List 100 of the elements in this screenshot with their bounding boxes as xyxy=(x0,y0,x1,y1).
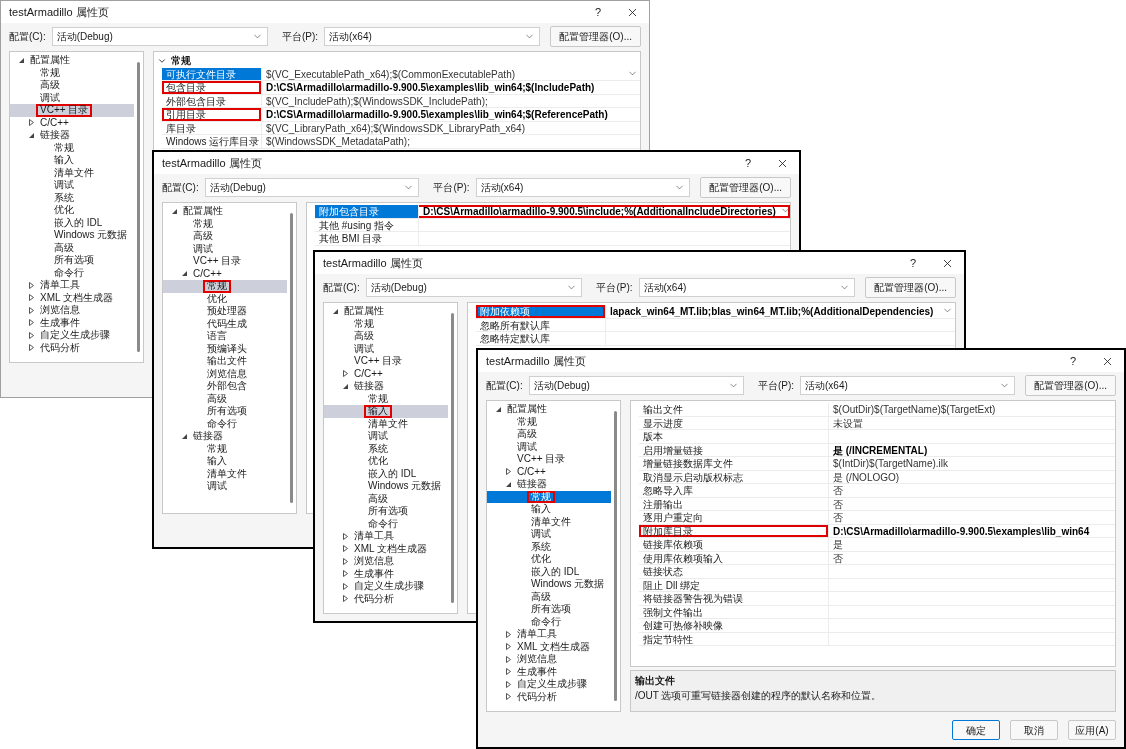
property-name[interactable]: 链接状态 xyxy=(639,565,829,578)
property-name[interactable]: 忽略特定默认库 xyxy=(476,332,606,345)
expanded-triangle-icon[interactable] xyxy=(180,432,188,440)
scrollbar[interactable] xyxy=(614,411,617,701)
scrollbar[interactable] xyxy=(451,313,454,603)
collapsed-triangle-icon[interactable] xyxy=(504,630,512,638)
tree-item[interactable]: 嵌入的 IDL xyxy=(10,216,134,229)
collapsed-triangle-icon[interactable] xyxy=(341,532,349,540)
dialog-button[interactable]: 应用(A) xyxy=(1068,720,1116,740)
platform-dropdown[interactable]: 活动(x64) xyxy=(800,375,1016,395)
property-name[interactable]: 外部包含目录 xyxy=(162,94,262,107)
scrollbar[interactable] xyxy=(290,213,293,503)
tree-item[interactable]: 高级 xyxy=(10,79,134,92)
expanded-triangle-icon[interactable] xyxy=(331,307,339,315)
tree-item[interactable]: 常规 xyxy=(163,442,287,455)
property-name[interactable]: 创建可热修补映像 xyxy=(639,619,829,632)
collapsed-triangle-icon[interactable] xyxy=(27,294,35,302)
config-dropdown[interactable]: 活动(Debug) xyxy=(365,277,583,297)
tree-item[interactable]: 链接器 xyxy=(487,478,611,491)
tree-item[interactable]: 调试 xyxy=(324,342,448,355)
tree-item[interactable]: 调试 xyxy=(10,91,134,104)
property-name[interactable]: 其他 BMI 目录 xyxy=(315,232,419,245)
tree-item[interactable]: XML 文档生成器 xyxy=(487,640,611,653)
tree-item[interactable]: 代码生成 xyxy=(163,317,287,330)
platform-dropdown[interactable]: 活动(x64) xyxy=(324,26,541,46)
property-name[interactable]: 附加库目录 xyxy=(639,524,829,537)
tree-item[interactable]: XML 文档生成器 xyxy=(10,291,134,304)
tree-item[interactable]: 所有选项 xyxy=(163,405,287,418)
expanded-triangle-icon[interactable] xyxy=(27,131,35,139)
tree-item[interactable]: 常规 xyxy=(163,280,287,293)
tree-item[interactable]: 输入 xyxy=(163,455,287,468)
tree-item[interactable]: 自定义生成步骤 xyxy=(487,678,611,691)
tree-item[interactable]: 常规 xyxy=(10,141,134,154)
tree-item[interactable]: 清单文件 xyxy=(10,166,134,179)
tree-item[interactable]: 预编译头 xyxy=(163,342,287,355)
tree-item[interactable]: Windows 元数据 xyxy=(487,578,611,591)
config-manager-button[interactable]: 配置管理器(O)... xyxy=(865,276,956,298)
tree-item[interactable]: 浏览信息 xyxy=(163,367,287,380)
collapsed-triangle-icon[interactable] xyxy=(504,468,512,476)
tree-item[interactable]: 链接器 xyxy=(10,129,134,142)
property-name[interactable]: 附加依赖项 xyxy=(476,305,606,318)
tree-item[interactable]: 命令行 xyxy=(324,517,448,530)
tree-item[interactable]: 调试 xyxy=(163,242,287,255)
tree-item[interactable]: 嵌入的 IDL xyxy=(487,565,611,578)
tree-item[interactable]: 常规 xyxy=(487,490,611,503)
tree-item[interactable]: 所有选项 xyxy=(487,603,611,616)
property-name[interactable]: 指定节特性 xyxy=(639,632,829,645)
tree-item[interactable]: VC++ 目录 xyxy=(324,355,448,368)
tree-item[interactable]: 代码分析 xyxy=(10,341,134,354)
platform-dropdown[interactable]: 活动(x64) xyxy=(638,277,856,297)
collapsed-triangle-icon[interactable] xyxy=(341,582,349,590)
property-name[interactable]: 版本 xyxy=(639,430,829,443)
tree-item[interactable]: 浏览信息 xyxy=(487,653,611,666)
tree-item[interactable]: 配置属性 xyxy=(487,403,611,416)
config-manager-button[interactable]: 配置管理器(O)... xyxy=(700,176,791,198)
property-name[interactable]: 阻止 Dll 绑定 xyxy=(639,578,829,591)
property-name[interactable]: 使用库依赖项输入 xyxy=(639,551,829,564)
tree-item[interactable]: VC++ 目录 xyxy=(487,453,611,466)
property-name[interactable]: 忽略导入库 xyxy=(639,484,829,497)
tree-item[interactable]: 输入 xyxy=(10,154,134,167)
tree-item[interactable]: 调试 xyxy=(324,430,448,443)
tree-item[interactable]: 配置属性 xyxy=(10,54,134,67)
tree-item[interactable]: 系统 xyxy=(324,442,448,455)
tree-item[interactable]: 高级 xyxy=(10,241,134,254)
tree-item[interactable]: C/C++ xyxy=(487,465,611,478)
property-name[interactable]: 强制文件输出 xyxy=(639,605,829,618)
property-name[interactable]: 将链接器警告视为错误 xyxy=(639,592,829,605)
tree-item[interactable]: 调试 xyxy=(163,480,287,493)
expanded-triangle-icon[interactable] xyxy=(341,382,349,390)
tree-item[interactable]: 命令行 xyxy=(163,417,287,430)
tree-item[interactable]: 嵌入的 IDL xyxy=(324,467,448,480)
property-name[interactable]: 链接库依赖项 xyxy=(639,538,829,551)
tree-item[interactable]: 调试 xyxy=(487,528,611,541)
collapsed-triangle-icon[interactable] xyxy=(27,331,35,339)
tree-item[interactable]: VC++ 目录 xyxy=(163,255,287,268)
expanded-triangle-icon[interactable] xyxy=(494,405,502,413)
config-manager-button[interactable]: 配置管理器(O)... xyxy=(1025,374,1116,396)
tree-item[interactable]: 清单文件 xyxy=(487,515,611,528)
tree-item[interactable]: 浏览信息 xyxy=(324,555,448,568)
property-name[interactable]: 包含目录 xyxy=(162,81,262,94)
tree-item[interactable]: 系统 xyxy=(487,540,611,553)
tree-item[interactable]: 链接器 xyxy=(163,430,287,443)
dialog-button[interactable]: 取消 xyxy=(1010,720,1058,740)
tree-item[interactable]: 优化 xyxy=(10,204,134,217)
collapsed-triangle-icon[interactable] xyxy=(27,319,35,327)
tree-item[interactable]: 清单文件 xyxy=(324,417,448,430)
tree-item[interactable]: 代码分析 xyxy=(487,690,611,703)
tree-item[interactable]: 输入 xyxy=(324,405,448,418)
collapsed-triangle-icon[interactable] xyxy=(27,119,35,127)
tree-item[interactable]: 所有选项 xyxy=(10,254,134,267)
config-dropdown[interactable]: 活动(Debug) xyxy=(204,177,420,197)
expanded-triangle-icon[interactable] xyxy=(17,56,25,64)
tree-item[interactable]: Windows 元数据 xyxy=(10,229,134,242)
property-name[interactable]: 输出文件 xyxy=(639,403,829,416)
tree-item[interactable]: 高级 xyxy=(487,590,611,603)
collapsed-triangle-icon[interactable] xyxy=(504,643,512,651)
tree-item[interactable]: 常规 xyxy=(163,217,287,230)
tree-item[interactable]: 高级 xyxy=(324,492,448,505)
tree-item[interactable]: VC++ 目录 xyxy=(10,104,134,117)
config-dropdown[interactable]: 活动(Debug) xyxy=(528,375,744,395)
